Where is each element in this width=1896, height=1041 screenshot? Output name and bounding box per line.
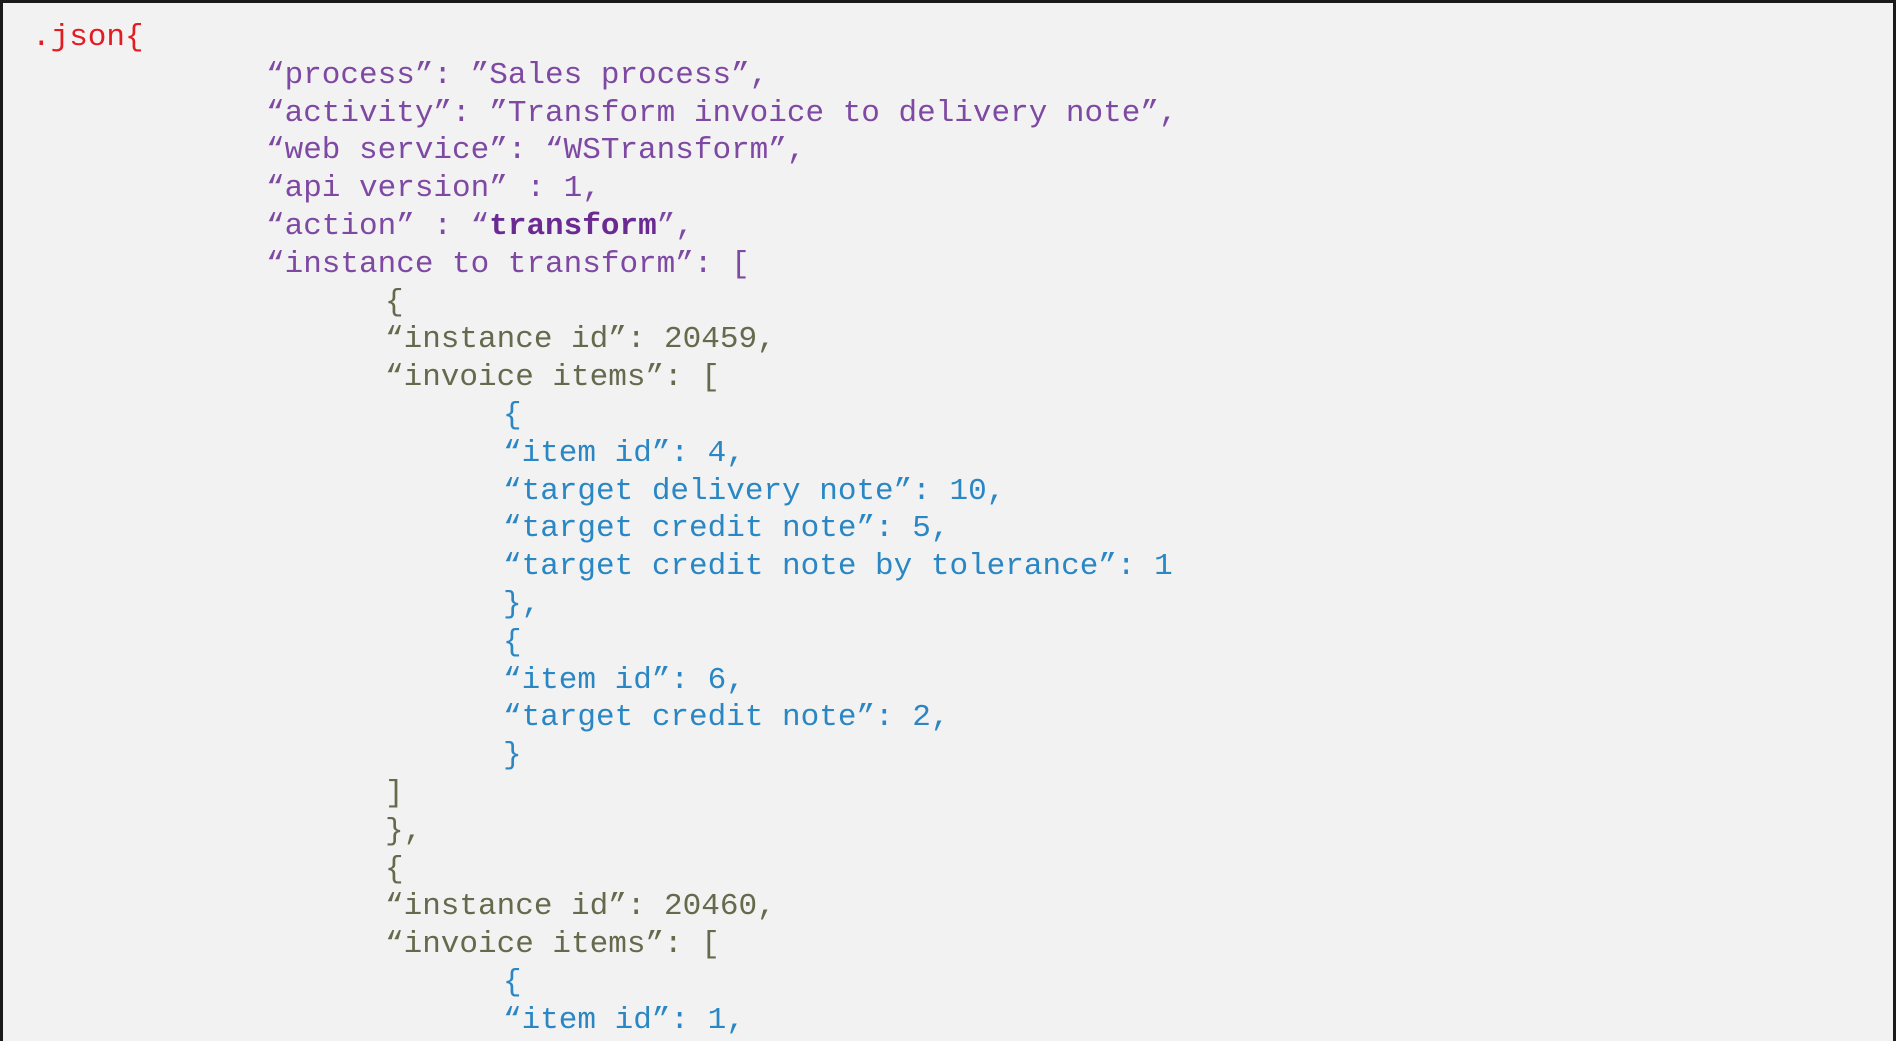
code-line: “instance to transform”: [: [266, 246, 750, 282]
code-keyword-bold: transform: [489, 208, 657, 244]
code-line: “item id”: 4,: [503, 435, 745, 471]
code-line: “item id”: 1,: [503, 1002, 745, 1038]
code-line: {: [385, 851, 404, 887]
code-line: }: [503, 738, 522, 774]
code-line: },: [385, 813, 423, 849]
code-line: “item id”: 6,: [503, 662, 745, 698]
code-line: {: [503, 964, 522, 1000]
code-line: ]: [385, 775, 404, 811]
code-line: {: [385, 284, 404, 320]
code-line: “action” : “transform”,: [3, 208, 1178, 246]
code-line: “invoice items”: [: [385, 927, 720, 963]
code-line: “activity”: ”Transform invoice to delive…: [266, 95, 1178, 131]
code-line: “target credit note”: 2,: [503, 700, 950, 736]
code-line: “process”: ”Sales process”,: [266, 57, 769, 93]
code-line: {: [503, 624, 522, 660]
code-text: “action” : “: [266, 208, 490, 244]
code-line: “target credit note by tolerance”: 1: [503, 549, 1173, 585]
code-line: “web service”: “WSTransform”,: [266, 133, 806, 169]
code-line: “target credit note”: 5,: [503, 511, 950, 547]
code-line: },: [503, 586, 541, 622]
code-line: “instance id”: 20460,: [385, 889, 776, 925]
code-line: “instance id”: 20459,: [385, 322, 776, 358]
code-line: “target delivery note”: 10,: [503, 473, 1006, 509]
code-line: {: [503, 397, 522, 433]
code-line: .json{: [32, 20, 144, 55]
json-code-block: .json{ “process”: ”Sales process”, “acti…: [3, 19, 1178, 1040]
code-line: “api version” : 1,: [266, 171, 601, 207]
code-frame: .json{ “process”: ”Sales process”, “acti…: [0, 0, 1896, 1041]
code-text: ”,: [656, 208, 694, 244]
code-line: “invoice items”: [: [385, 360, 720, 396]
